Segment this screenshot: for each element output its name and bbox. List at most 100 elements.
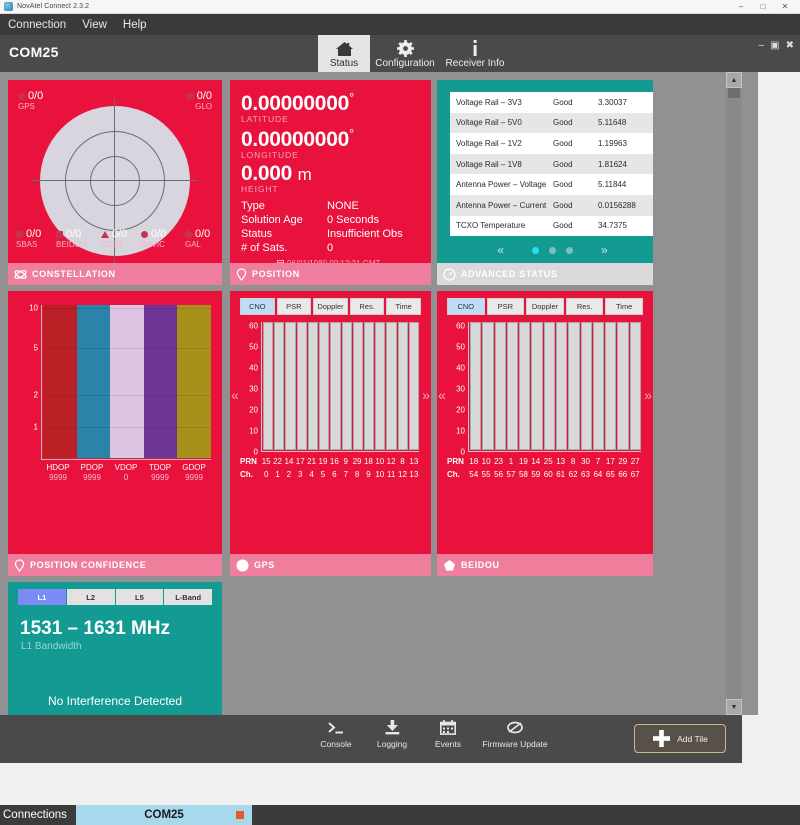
gal-label: GAL	[185, 240, 202, 249]
beidou-footer: BEIDOU	[437, 554, 653, 576]
gps-tab-doppler[interactable]: Doppler	[313, 298, 348, 315]
elevation-ring-inner	[90, 156, 140, 206]
interference-tab-l5[interactable]: L5	[115, 589, 164, 605]
toolbar-console-button[interactable]: Console	[310, 718, 362, 749]
toolbar-firmware-update-button[interactable]: Firmware Update	[478, 718, 552, 749]
longitude-value: 0.00000000°	[241, 126, 354, 151]
adv-value-4: 5.11844	[598, 180, 627, 190]
gps-tab-cno[interactable]: CNO	[240, 298, 275, 315]
gps-tab-res[interactable]: Res.	[349, 298, 385, 315]
panel-close-button[interactable]: ✖	[786, 41, 794, 51]
workspace-scrollbar[interactable]: ▲ ▼	[726, 72, 742, 715]
connection-tab-close-icon[interactable]	[236, 811, 244, 819]
tile-position[interactable]: 0.00000000° LATITUDE 0.00000000° LONGITU…	[230, 80, 431, 285]
tab-configuration[interactable]: Configuration	[370, 35, 440, 72]
pager-prev-button[interactable]: «	[497, 243, 504, 257]
gps-prn-row: PRN 15 22 14 17 21 19 16 9 29 18 10 12 8 13	[240, 455, 419, 468]
gps-metric-tabs: CNO PSR Doppler Res. Time	[240, 298, 421, 315]
constellation-body: 0/0 GPS 0/0 GLO 0/0 SBAS 0/0 BEIDOU 0/0 …	[8, 80, 222, 263]
interference-tab-l-band[interactable]: L-Band	[164, 589, 212, 605]
menu-item-help[interactable]: Help	[123, 19, 147, 31]
beidou-prn-cell: 10	[481, 457, 491, 466]
table-row[interactable]: Voltage Rail – 3V3 Good 3.30037	[450, 92, 653, 113]
bottom-toolbar: Console Logging Events Firmware Update A…	[0, 715, 742, 763]
gps-tab-psr[interactable]: PSR	[276, 298, 312, 315]
gps-count: 0/0	[28, 90, 44, 102]
pager-dot-2[interactable]	[549, 246, 556, 254]
pentagon-icon	[443, 559, 456, 572]
tile-constellation[interactable]: 0/0 GPS 0/0 GLO 0/0 SBAS 0/0 BEIDOU 0/0 …	[8, 80, 222, 285]
pager-next-button[interactable]: »	[601, 243, 608, 257]
dop-value: 9999	[151, 473, 169, 482]
dop-xlabel-pdop: PDOP 9999	[75, 463, 109, 483]
os-close-button[interactable]: ✕	[774, 0, 796, 13]
menu-item-view[interactable]: View	[82, 19, 107, 31]
interference-tab-l1[interactable]: L1	[18, 589, 66, 605]
beidou-next-button[interactable]: »	[644, 387, 652, 403]
dop-gridline	[43, 395, 211, 396]
gps-prn-cell: 10	[375, 457, 385, 466]
beidou-prev-button[interactable]: «	[438, 387, 446, 403]
advanced-status-footer: ADVANCED STATUS	[437, 263, 653, 285]
tile-beidou[interactable]: CNO PSR Doppler Res. Time « » 0 10 20 30 40 50 60 …	[437, 291, 653, 576]
panel-restore-button[interactable]: ▣	[770, 41, 779, 51]
tile-position-confidence[interactable]: 10 5 2 1 HDOP 9999 PDOP 9999 VDOP 0 TDOP 9999 GDOP 9…	[8, 291, 222, 576]
tab-status[interactable]: Status	[318, 35, 370, 72]
pager-dot-3[interactable]	[566, 246, 573, 254]
beidou-tab-res[interactable]: Res.	[565, 298, 604, 315]
table-row[interactable]: Voltage Rail – 1V8 Good 1.81624	[450, 153, 653, 175]
gps-prn-cell: 12	[386, 457, 396, 466]
beidou-prn-cell: 13	[556, 457, 566, 466]
gear-icon	[396, 40, 414, 57]
table-row[interactable]: TCXO Temperature Good 34.7375	[450, 216, 653, 237]
table-row[interactable]: Antenna Power – Current Good 0.0156288	[450, 194, 653, 216]
beidou-ytick-50: 50	[456, 342, 465, 352]
panel-minimize-button[interactable]: –	[759, 41, 765, 51]
scrollbar-thumb[interactable]	[728, 88, 740, 98]
gps-bar-prn-29	[352, 322, 363, 450]
tile-interference-toolkit[interactable]: L1 L2 L5 L-Band 1531 – 1631 MHz L1 Bandwidt…	[8, 582, 222, 715]
beidou-ch-cell: 56	[494, 470, 503, 479]
tile-advanced-status[interactable]: Voltage Rail – 3V3 Good 3.30037 Voltage Ra…	[437, 80, 653, 285]
tile-gps[interactable]: CNO PSR Doppler Res. Time « » 0 10 20 30 40 50 60 …	[230, 291, 431, 576]
constellation-footer-label: CONSTELLATION	[32, 269, 116, 279]
table-row[interactable]: Voltage Rail – 1V2 Good 1.19963	[450, 133, 653, 154]
beidou-tab-psr[interactable]: PSR	[486, 298, 525, 315]
toolbar-logging-button[interactable]: Logging	[366, 718, 418, 749]
tab-receiver-info[interactable]: Receiver Info	[440, 35, 510, 72]
adv-value-0: 3.30037	[598, 97, 627, 107]
gps-bar-prn-18	[363, 322, 375, 450]
scroll-up-button[interactable]: ▲	[726, 72, 742, 88]
beidou-tab-doppler[interactable]: Doppler	[526, 298, 564, 315]
pager-dot-1[interactable]	[532, 246, 539, 254]
constellation-stat-beidou: 0/0 BEIDOU	[56, 228, 87, 249]
beidou-ch-cell: 61	[556, 470, 566, 479]
gps-ch-cell: 12	[398, 470, 407, 479]
gps-tab-time[interactable]: Time	[386, 298, 421, 315]
toolbar-events-button[interactable]: Events	[422, 718, 474, 749]
beidou-bar-prn-17	[605, 322, 617, 450]
beidou-ch-cell: 62	[568, 470, 578, 479]
dop-value: 9999	[49, 473, 67, 482]
gps-next-button[interactable]: »	[422, 387, 430, 403]
connection-tab-com25[interactable]: COM25	[76, 805, 252, 825]
table-row[interactable]: Antenna Power – Voltage Good 5.11844	[450, 174, 653, 195]
beidou-tab-cno[interactable]: CNO	[447, 298, 485, 315]
beidou-prn-cell: 27	[630, 457, 640, 466]
interference-tab-l2[interactable]: L2	[66, 589, 115, 605]
add-tile-button[interactable]: Add Tile	[634, 724, 726, 753]
gps-bar-prn-21	[307, 322, 319, 450]
table-row[interactable]: Voltage Rail – 5V0 Good 5.11648	[450, 112, 653, 134]
bottom-right-pad	[742, 715, 800, 763]
menu-item-connection[interactable]: Connection	[8, 19, 66, 31]
beidou-tab-time[interactable]: Time	[605, 298, 643, 315]
scroll-down-button[interactable]: ▼	[726, 699, 742, 715]
dop-bar-hdop	[43, 305, 77, 458]
os-minimize-button[interactable]: –	[730, 0, 752, 13]
gps-bar-prn-10	[375, 322, 386, 450]
beidou-bar-prn-8	[568, 322, 580, 450]
gps-cno-bars	[263, 322, 420, 450]
adv-state-4: Good	[553, 180, 573, 190]
os-maximize-button[interactable]: □	[752, 0, 774, 13]
gps-prev-button[interactable]: «	[231, 387, 239, 403]
